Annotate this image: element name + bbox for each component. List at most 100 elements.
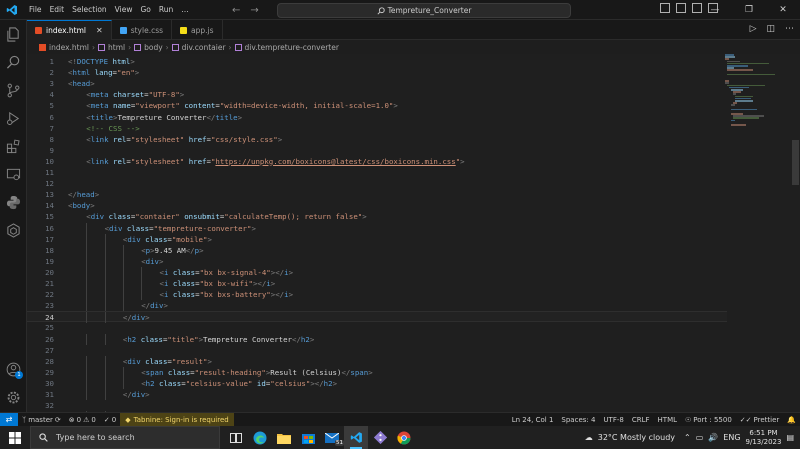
windows-start-icon[interactable]	[0, 426, 30, 449]
python-icon[interactable]	[6, 195, 21, 210]
menu-item[interactable]: Selection	[68, 0, 111, 20]
code-line[interactable]: 25	[27, 322, 727, 333]
code-line[interactable]: 20 <i class="bx bx-signal-4"></i>	[27, 266, 727, 278]
command-center-search[interactable]: Tempreture_Converter	[277, 3, 571, 18]
toggle-panel-icon[interactable]	[676, 3, 686, 13]
code-line[interactable]: 11	[27, 167, 727, 178]
code-line[interactable]: 5 <meta name="viewport" content="width=de…	[27, 100, 727, 111]
code-line[interactable]: 3 <head>	[27, 78, 727, 89]
account-icon[interactable]: 1	[6, 362, 23, 379]
code-line[interactable]: 31 </div>	[27, 389, 727, 400]
toggle-sidebar-icon[interactable]	[660, 3, 670, 13]
run-debug-icon[interactable]	[6, 111, 21, 126]
code-line[interactable]: 23 </div>	[27, 300, 727, 312]
tab-0[interactable]: index.html ✕	[27, 20, 112, 40]
mail-icon[interactable]: 51	[320, 426, 344, 449]
code-line[interactable]: 26 <h2 class="title">Tempreture Converter…	[27, 333, 727, 345]
edge-browser-icon[interactable]	[248, 426, 272, 449]
settings-gear-icon[interactable]	[6, 390, 21, 405]
breadcrumb-item[interactable]: index.html	[49, 43, 89, 52]
weather-label[interactable]: 32°C Mostly cloudy	[598, 433, 675, 442]
code-line[interactable]: 4 <meta charset="UTF-8">	[27, 89, 727, 100]
breadcrumb-item[interactable]: div.contaier	[182, 43, 226, 52]
code-line[interactable]: 13 </head>	[27, 189, 727, 200]
source-control-icon[interactable]	[6, 83, 21, 98]
notifications-bell-icon[interactable]: 🔔	[783, 416, 800, 424]
code-line[interactable]: 30 <h2 class="celsius-value" id="celsius"…	[27, 377, 727, 389]
weather-cloud-icon[interactable]: ☁	[585, 433, 593, 442]
vscode-taskbar-icon[interactable]	[344, 426, 368, 449]
microsoft-store-icon[interactable]	[296, 426, 320, 449]
code-line[interactable]: 24 </div>	[27, 311, 727, 324]
code-line[interactable]: 21 <i class="bx bx-wifi"></i>	[27, 278, 727, 289]
git-app-icon[interactable]	[368, 426, 392, 449]
extension-hexagon-icon[interactable]	[6, 223, 21, 238]
branch-indicator[interactable]: ᛉ master ⟳	[18, 416, 65, 424]
code-line[interactable]: 7 <!-- CSS -->	[27, 123, 727, 134]
show-hidden-icons-icon[interactable]: ⌃	[684, 433, 691, 442]
line-ending[interactable]: CRLF	[628, 416, 654, 424]
code-editor[interactable]: 1 <!DOCTYPE html> 2 <html lang="en"> 3 <head>…	[27, 54, 800, 423]
live-server-port[interactable]: ☉ Port : 5500	[681, 416, 736, 424]
restore-icon[interactable]: ❐	[732, 0, 766, 20]
task-view-icon[interactable]	[224, 426, 248, 449]
code-line[interactable]: 27	[27, 345, 727, 356]
more-actions-icon[interactable]: ⋯	[785, 24, 794, 34]
run-icon[interactable]: ▷	[750, 24, 757, 34]
file-explorer-icon[interactable]	[272, 426, 296, 449]
back-arrow-icon[interactable]: ←	[232, 5, 240, 16]
code-line[interactable]: 22 <i class="bx bxs-battery"></i>	[27, 289, 727, 301]
minimize-icon[interactable]: —	[698, 0, 732, 20]
network-icon[interactable]: ▭	[696, 433, 704, 442]
menu-item[interactable]: Run	[155, 0, 177, 20]
code-line[interactable]: 28 <div class="result">	[27, 355, 727, 367]
breadcrumb-item[interactable]: body	[144, 43, 163, 52]
breadcrumb-item[interactable]: div.tempreture-converter	[245, 43, 339, 52]
language-indicator[interactable]: ENG	[723, 433, 740, 442]
ports-indicator[interactable]: ✓ 0	[100, 416, 120, 424]
code-line[interactable]: 16 <div class="tempreture-converter">	[27, 222, 727, 234]
volume-icon[interactable]: 🔊	[708, 433, 718, 442]
taskbar-search[interactable]: Type here to search	[30, 426, 220, 449]
editor-scrollbar[interactable]	[792, 140, 799, 185]
minimap[interactable]	[725, 54, 785, 134]
close-icon[interactable]: ✕	[766, 0, 800, 20]
menu-item[interactable]: Edit	[46, 0, 69, 20]
language-mode[interactable]: HTML	[654, 416, 681, 424]
taskbar-clock[interactable]: 6:51 PM 9/13/2023	[746, 429, 782, 447]
menu-item[interactable]: Go	[136, 0, 154, 20]
code-line[interactable]: 32	[27, 400, 727, 411]
indentation[interactable]: Spaces: 4	[557, 416, 599, 424]
notification-center-icon[interactable]: ▤	[786, 433, 794, 442]
code-line[interactable]: 12	[27, 178, 727, 189]
forward-arrow-icon[interactable]: →	[250, 5, 258, 16]
encoding[interactable]: UTF-8	[599, 416, 627, 424]
code-line[interactable]: 9	[27, 145, 727, 156]
chrome-browser-icon[interactable]	[392, 426, 416, 449]
prettier-status[interactable]: ✓✓ Prettier	[736, 416, 783, 424]
code-line[interactable]: 6 <title>Tempreture Converter</title>	[27, 112, 727, 123]
sync-icon[interactable]: ⟳	[55, 416, 61, 424]
cursor-position[interactable]: Ln 24, Col 1	[508, 416, 558, 424]
tab-1[interactable]: style.css	[112, 20, 173, 40]
explorer-icon[interactable]	[6, 27, 21, 42]
code-line[interactable]: 17 <div class="mobile">	[27, 233, 727, 245]
code-line[interactable]: 10 <link rel="stylesheet" href="https://u…	[27, 156, 727, 167]
problems-indicator[interactable]: ⊗ 0 ⚠ 0	[65, 416, 100, 424]
remote-explorer-icon[interactable]	[6, 167, 21, 182]
code-line[interactable]: 29 <span class="result-heading">Result (C…	[27, 366, 727, 378]
code-line[interactable]: 14 <body>	[27, 200, 727, 211]
split-editor-icon[interactable]: ◫	[766, 24, 775, 34]
breadcrumb-item[interactable]: html	[108, 43, 125, 52]
code-line[interactable]: 1 <!DOCTYPE html>	[27, 56, 727, 67]
menu-item[interactable]: …	[177, 0, 193, 20]
remote-indicator-icon[interactable]: ⇄	[0, 412, 18, 427]
code-line[interactable]: 15 <div class="contaier" onsubmit="calcul…	[27, 211, 727, 222]
code-line[interactable]: 2 <html lang="en">	[27, 67, 727, 78]
code-line[interactable]: 18 <p>9.45 AM</p>	[27, 244, 727, 256]
tabnine-status[interactable]: ◆ Tabnine: Sign-in is required	[120, 412, 234, 427]
menu-item[interactable]: File	[25, 0, 46, 20]
code-line[interactable]: 8 <link rel="stylesheet" href="css/style.…	[27, 134, 727, 145]
menu-item[interactable]: View	[111, 0, 137, 20]
code-line[interactable]: 19 <div>	[27, 255, 727, 267]
